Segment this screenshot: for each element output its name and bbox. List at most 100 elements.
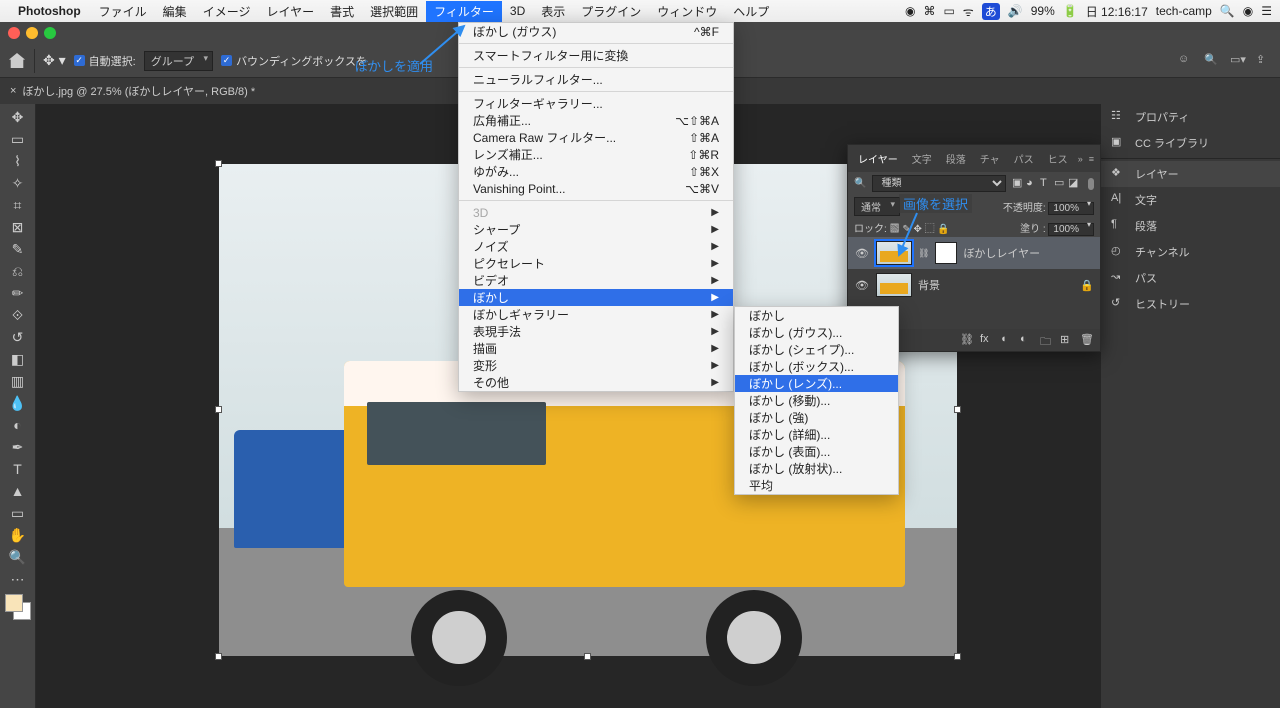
- delete-layer-icon[interactable]: 🗑: [1080, 333, 1094, 347]
- link-layers-icon[interactable]: ⛓: [960, 333, 974, 347]
- tab-chan[interactable]: チャ: [976, 149, 1004, 168]
- fx-icon[interactable]: fx: [980, 333, 994, 347]
- tab-para[interactable]: 段落: [942, 149, 970, 168]
- menu-type[interactable]: 書式: [322, 1, 362, 22]
- blur-submenu-item[interactable]: 平均: [735, 477, 898, 494]
- dodge-tool-icon[interactable]: ◐: [5, 414, 31, 436]
- menu-noise-sub[interactable]: ノイズ▶: [459, 238, 733, 255]
- menu-layer[interactable]: レイヤー: [258, 1, 322, 22]
- mask-icon[interactable]: ◖: [1000, 333, 1014, 347]
- blend-mode-dropdown[interactable]: 通常: [854, 197, 900, 216]
- layer-row-background[interactable]: 👁 背景 🔒: [848, 269, 1100, 301]
- transform-handle[interactable]: [584, 653, 591, 660]
- color-swatches[interactable]: [5, 594, 31, 620]
- group-icon[interactable]: 🗀: [1040, 333, 1054, 347]
- edit-toolbar-icon[interactable]: ⋯: [5, 568, 31, 590]
- menu-pixelate-sub[interactable]: ピクセレート▶: [459, 255, 733, 272]
- link-icon[interactable]: ⌘: [923, 4, 935, 18]
- healing-tool-icon[interactable]: ⎌: [5, 260, 31, 282]
- transform-handle[interactable]: [954, 653, 961, 660]
- menu-neural[interactable]: ニューラルフィルター...: [459, 71, 733, 88]
- history-brush-tool-icon[interactable]: ↺: [5, 326, 31, 348]
- layer-mask-thumbnail[interactable]: [935, 242, 957, 264]
- brush-tool-icon[interactable]: ✏: [5, 282, 31, 304]
- lasso-tool-icon[interactable]: ⌇: [5, 150, 31, 172]
- menu-stylize-sub[interactable]: 表現手法▶: [459, 323, 733, 340]
- fill-value[interactable]: 100%: [1048, 223, 1094, 236]
- ime-icon[interactable]: あ: [982, 3, 1000, 20]
- blur-submenu-item[interactable]: ぼかし (放射状)...: [735, 460, 898, 477]
- menu-convert-smart[interactable]: スマートフィルター用に変換: [459, 47, 733, 64]
- menu-3d[interactable]: 3D: [502, 2, 533, 20]
- blur-tool-icon[interactable]: 💧: [5, 392, 31, 414]
- tab-char[interactable]: 文字: [908, 149, 936, 168]
- menu-other-sub[interactable]: その他▶: [459, 374, 733, 391]
- tab-path[interactable]: パス: [1010, 149, 1038, 168]
- blur-submenu-item[interactable]: ぼかし (レンズ)...: [735, 375, 898, 392]
- blur-submenu-item[interactable]: ぼかし (移動)...: [735, 392, 898, 409]
- panel-menu-icon[interactable]: ≡: [1089, 154, 1094, 164]
- menu-file[interactable]: ファイル: [91, 1, 155, 22]
- zoom-window-button[interactable]: [44, 27, 56, 39]
- dock-character[interactable]: A|文字: [1101, 187, 1280, 213]
- display-icon[interactable]: ▭: [943, 4, 954, 18]
- shape-tool-icon[interactable]: ▭: [5, 502, 31, 524]
- dock-cc-libraries[interactable]: ▣CC ライブラリ: [1101, 130, 1280, 156]
- auto-select-checkbox[interactable]: ✓自動選択:: [74, 53, 136, 69]
- menu-window[interactable]: ウィンドウ: [649, 1, 725, 22]
- blur-submenu-item[interactable]: ぼかし: [735, 307, 898, 324]
- dock-channels[interactable]: ◴チャンネル: [1101, 239, 1280, 265]
- new-layer-icon[interactable]: ⊞: [1060, 333, 1074, 347]
- eyedropper-tool-icon[interactable]: ✎: [5, 238, 31, 260]
- blur-submenu-item[interactable]: ぼかし (詳細)...: [735, 426, 898, 443]
- dock-history[interactable]: ↺ヒストリー: [1101, 291, 1280, 317]
- menu-camera-raw[interactable]: Camera Raw フィルター...⇧⌘A: [459, 129, 733, 146]
- gradient-tool-icon[interactable]: ▥: [5, 370, 31, 392]
- menu-render-sub[interactable]: 描画▶: [459, 340, 733, 357]
- menu-filter-gallery[interactable]: フィルターギャラリー...: [459, 95, 733, 112]
- blur-submenu-item[interactable]: ぼかし (シェイプ)...: [735, 341, 898, 358]
- close-window-button[interactable]: [8, 27, 20, 39]
- siri-icon[interactable]: ◉: [1243, 4, 1253, 18]
- blur-submenu-item[interactable]: ぼかし (ボックス)...: [735, 358, 898, 375]
- menu-lens-correction[interactable]: レンズ補正...⇧⌘R: [459, 146, 733, 163]
- path-select-tool-icon[interactable]: ▲: [5, 480, 31, 502]
- layer-row-blur[interactable]: 👁 ⛓ ぼかしレイヤー: [848, 237, 1100, 269]
- menu-blur-gallery-sub[interactable]: ぼかしギャラリー▶: [459, 306, 733, 323]
- user-icon[interactable]: ☺: [1178, 53, 1194, 69]
- menu-video-sub[interactable]: ビデオ▶: [459, 272, 733, 289]
- dock-properties[interactable]: ☷プロパティ: [1101, 104, 1280, 130]
- menu-view[interactable]: 表示: [533, 1, 573, 22]
- search-icon[interactable]: 🔍: [1204, 53, 1220, 69]
- blur-submenu-item[interactable]: ぼかし (ガウス)...: [735, 324, 898, 341]
- adjustment-icon[interactable]: ◐: [1020, 333, 1034, 347]
- wifi-icon[interactable]: ᯤ: [963, 3, 974, 20]
- layer-filter-kind[interactable]: 種類: [872, 175, 1006, 192]
- blur-submenu-item[interactable]: ぼかし (強): [735, 409, 898, 426]
- minimize-window-button[interactable]: [26, 27, 38, 39]
- workspace-icon[interactable]: ▭▾: [1230, 53, 1246, 69]
- layer-filter-toggle[interactable]: [1088, 178, 1094, 190]
- visibility-icon[interactable]: 👁: [854, 247, 870, 260]
- foreground-swatch[interactable]: [5, 594, 23, 612]
- blur-submenu-item[interactable]: ぼかし (表面)...: [735, 443, 898, 460]
- marquee-tool-icon[interactable]: ▭: [5, 128, 31, 150]
- menu-edit[interactable]: 編集: [155, 1, 195, 22]
- zoom-tool-icon[interactable]: 🔍: [5, 546, 31, 568]
- menu-image[interactable]: イメージ: [195, 1, 259, 22]
- spotlight-icon[interactable]: 🔍: [1220, 4, 1235, 18]
- menu-last-filter[interactable]: ぼかし (ガウス)^⌘F: [459, 23, 733, 40]
- home-icon[interactable]: [8, 52, 26, 70]
- magic-wand-tool-icon[interactable]: ✧: [5, 172, 31, 194]
- opacity-value[interactable]: 100%: [1048, 202, 1094, 215]
- transform-handle[interactable]: [215, 406, 222, 413]
- menu-distort-sub[interactable]: 変形▶: [459, 357, 733, 374]
- layer-name[interactable]: ぼかしレイヤー: [963, 245, 1040, 261]
- transform-handle[interactable]: [954, 406, 961, 413]
- eraser-tool-icon[interactable]: ◧: [5, 348, 31, 370]
- volume-icon[interactable]: 🔊: [1008, 4, 1023, 18]
- document-tab-title[interactable]: ぼかし.jpg @ 27.5% (ぼかしレイヤー, RGB/8) *: [22, 83, 255, 99]
- close-tab-icon[interactable]: ×: [10, 85, 16, 97]
- menu-filter[interactable]: フィルター: [426, 1, 502, 22]
- menu-sharpen-sub[interactable]: シャープ▶: [459, 221, 733, 238]
